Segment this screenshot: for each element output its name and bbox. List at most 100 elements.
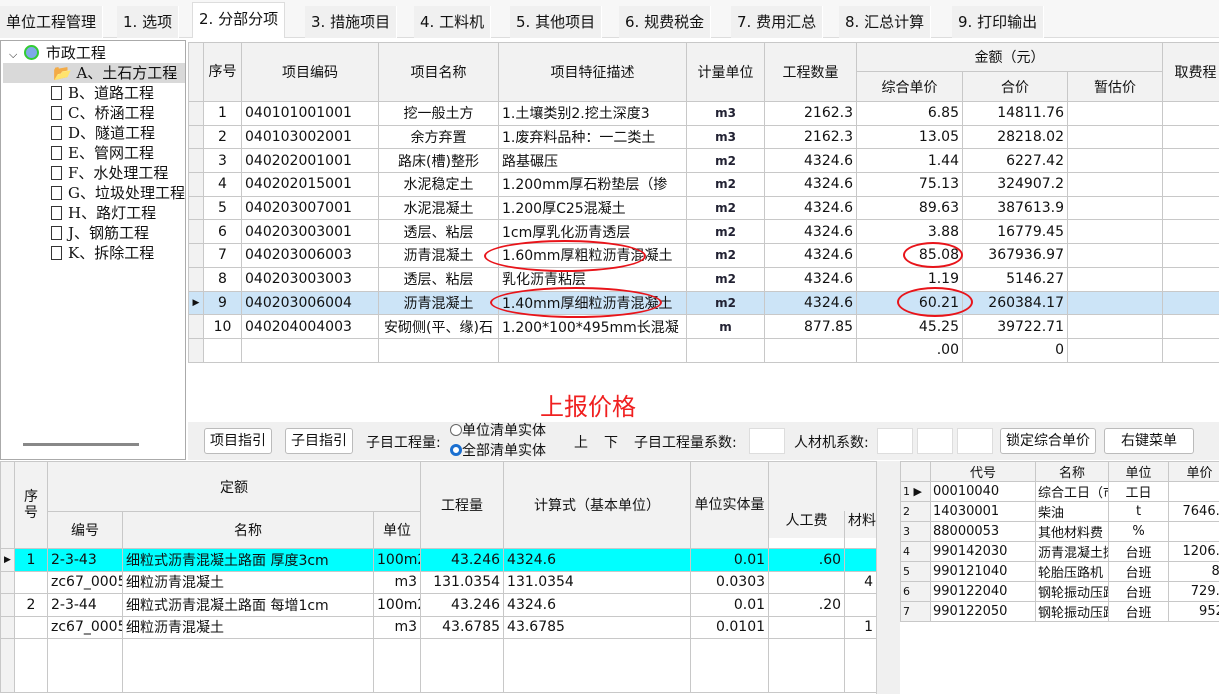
cell-material: 4 bbox=[844, 570, 878, 594]
cell-qty: 4324.6 bbox=[764, 290, 857, 316]
labor-coef-input[interactable] bbox=[877, 428, 913, 454]
row-gutter[interactable] bbox=[0, 593, 15, 617]
tree-item-label: K、拆除工程 bbox=[68, 244, 155, 262]
table-row[interactable]: 214030001柴油t7646.0 bbox=[900, 501, 1219, 522]
row-gutter[interactable] bbox=[188, 195, 204, 221]
table-row[interactable]: 5 040203007001 水泥混凝土 1.200厚C25混凝土 m2 4324.6 89… bbox=[188, 195, 1219, 221]
unit-text: m2 bbox=[715, 295, 736, 310]
lock-price-button[interactable]: 锁定综合单价 bbox=[1000, 428, 1096, 454]
cell-est bbox=[1066, 101, 1164, 126]
radio-unit-entity[interactable]: 单位清单实体 bbox=[450, 420, 546, 440]
tree-root[interactable]: ⌵ 市政工程 bbox=[9, 43, 106, 63]
table-row[interactable]: 10 040204004003 安砌侧(平、缘)石 1.200*100*495mm长混… bbox=[188, 314, 1219, 339]
row-gutter[interactable] bbox=[188, 243, 204, 268]
row-gutter[interactable] bbox=[188, 266, 204, 292]
tab-5[interactable]: 5. 其他项目 bbox=[510, 6, 603, 38]
tree-item[interactable]: F、水处理工程 bbox=[51, 163, 168, 183]
cell-name: 余方弃置 bbox=[378, 124, 499, 150]
table-row[interactable]: 7990122050钢轮振动压路机台班952. bbox=[900, 601, 1219, 622]
tab-9[interactable]: 9. 打印输出 bbox=[952, 6, 1045, 38]
tab-6[interactable]: 6. 规费税金 bbox=[619, 6, 712, 38]
machine-coef-input[interactable] bbox=[957, 428, 993, 454]
tree-item[interactable]: D、隧道工程 bbox=[51, 123, 155, 143]
cell-code: 040103002001 bbox=[241, 124, 379, 150]
table-row[interactable]: 6 040203003001 透层、粘层 1cm厚乳化沥青透层 m2 4324.6 3.88… bbox=[188, 219, 1219, 245]
radio-label: 单位清单实体 bbox=[462, 423, 546, 439]
tree-item-label: H、路灯工程 bbox=[68, 204, 157, 222]
cell-est bbox=[1066, 195, 1164, 221]
table-row[interactable]: 1 040101001001 挖一般土方 1.土壤类别2.挖土深度3 m3 2162.3 6… bbox=[188, 101, 1219, 126]
radio-checked-icon bbox=[450, 444, 462, 456]
cell-seq: 10 bbox=[203, 314, 242, 339]
tab-2[interactable]: 2. 分部分项 bbox=[192, 2, 286, 38]
table-row[interactable]: 5990121040轮胎压路机 26t台班86 bbox=[900, 561, 1219, 582]
tree-item[interactable]: E、管网工程 bbox=[51, 143, 154, 163]
tab-3[interactable]: 3. 措施项目 bbox=[305, 6, 398, 38]
cell-unit: 工日 bbox=[1108, 481, 1169, 502]
tree-item[interactable]: B、道路工程 bbox=[51, 83, 154, 103]
cell-unit-price: 75.13 bbox=[856, 172, 963, 197]
row-number: 6 bbox=[900, 581, 931, 602]
context-menu-button[interactable]: 右键菜单 bbox=[1104, 428, 1194, 454]
row-gutter[interactable] bbox=[188, 172, 204, 197]
row-gutter[interactable] bbox=[188, 101, 204, 126]
row-gutter[interactable] bbox=[188, 314, 204, 339]
tab-7[interactable]: 7. 费用汇总 bbox=[731, 6, 824, 38]
row-gutter[interactable] bbox=[188, 219, 204, 245]
chevron-down-icon[interactable]: ⌵ bbox=[9, 48, 17, 61]
table-row[interactable]: ▶12-3-43细粒式沥青混凝土路面 厚度3cm100m243.2464324.… bbox=[0, 548, 878, 572]
tree-item-label: F、水处理工程 bbox=[68, 164, 169, 182]
table-row[interactable]: 6990122040钢轮振动压路机台班729.8 bbox=[900, 581, 1219, 602]
unit-text: m2 bbox=[715, 272, 736, 287]
table-row[interactable]: 2 040103002001 余方弃置 1.废弃料品种：一二类土 m3 2162.3 13.… bbox=[188, 124, 1219, 150]
row-gutter[interactable] bbox=[188, 337, 204, 363]
row-gutter[interactable] bbox=[0, 615, 15, 639]
cell-fee bbox=[1162, 266, 1219, 292]
row-gutter[interactable] bbox=[0, 570, 15, 594]
material-coef-input[interactable] bbox=[917, 428, 953, 454]
table-row[interactable]: 4 040202015001 水泥稳定土 1.200mm厚石粉垫层（掺 m2 4324.6… bbox=[188, 172, 1219, 197]
horizontal-scrollbar[interactable] bbox=[23, 443, 139, 446]
tree-item[interactable]: C、桥涵工程 bbox=[51, 103, 154, 123]
cell-unit: m2 bbox=[686, 195, 765, 221]
tab-0[interactable]: 单位工程管理 bbox=[0, 6, 104, 38]
cell-price: 729.8 bbox=[1168, 581, 1219, 602]
cell-name: 轮胎压路机 26t bbox=[1035, 561, 1109, 582]
cell-total: 387613.9 bbox=[962, 195, 1068, 221]
unit-text: m2 bbox=[715, 248, 736, 263]
tree-item[interactable]: H、路灯工程 bbox=[51, 203, 156, 223]
table-row[interactable]: .00 0 bbox=[188, 337, 1219, 363]
tree-item[interactable]: G、垃圾处理工程 bbox=[51, 183, 185, 203]
cell-fee bbox=[1162, 172, 1219, 197]
move-down-button[interactable]: 下 bbox=[604, 432, 618, 452]
move-up-button[interactable]: 上 bbox=[574, 432, 588, 452]
row-pointer-icon[interactable]: ▶ bbox=[0, 548, 15, 572]
row-gutter[interactable] bbox=[188, 148, 204, 174]
table-row[interactable]: zc67_0005 细粒沥青混凝土 m3 43.6785 43.6785 0.0101 1 bbox=[0, 615, 878, 639]
item-guide-button[interactable]: 项目指引 bbox=[204, 428, 272, 454]
table-row[interactable]: 4990142030沥青混凝土摊铺机台班1206.6 bbox=[900, 541, 1219, 562]
sub-guide-button[interactable]: 子目指引 bbox=[285, 428, 353, 454]
table-row[interactable]: ▶ 9 040203006004 沥青混凝土 1.40mm厚细粒沥青混凝土 m2 4324.… bbox=[188, 290, 1219, 316]
table-row[interactable]: zc67_0005 细粒沥青混凝土 m3 131.0354 131.0354 0.0303… bbox=[0, 570, 878, 594]
splitter[interactable] bbox=[876, 461, 900, 694]
table-row[interactable]: 1 ▶00010040综合工日（市政）工日7 bbox=[900, 481, 1219, 502]
table-row[interactable]: 3 040202001001 路床(槽)整形 路基碾压 m2 4324.6 1.44 6227… bbox=[188, 148, 1219, 174]
tab-1[interactable]: 1. 选项 bbox=[117, 6, 180, 38]
tree-item[interactable]: J、钢筋工程 bbox=[51, 223, 149, 243]
tree-item[interactable]: 📂 A、土石方工程 bbox=[3, 63, 185, 83]
table-row[interactable]: 8 040203003003 透层、粘层 乳化沥青粘层 m2 4324.6 1.19 5146… bbox=[188, 266, 1219, 292]
cell-formula: 43.6785 bbox=[503, 615, 692, 639]
tree-item[interactable]: K、拆除工程 bbox=[51, 243, 154, 263]
tab-8[interactable]: 8. 汇总计算 bbox=[839, 6, 932, 38]
table-row[interactable]: 7 040203006003 沥青混凝土 1.60mm厚粗粒沥青混凝土 m2 4324.6… bbox=[188, 243, 1219, 268]
table-row[interactable]: 22-3-44细粒式沥青混凝土路面 每增1cm100m243.2464324.6… bbox=[0, 593, 878, 617]
header-code: 项目编码 bbox=[241, 42, 379, 102]
row-gutter[interactable] bbox=[188, 124, 204, 150]
radio-all-entity[interactable]: 全部清单实体 bbox=[450, 440, 546, 460]
tab-4[interactable]: 4. 工料机 bbox=[414, 6, 492, 38]
header-col: 单价 bbox=[1168, 461, 1219, 482]
sub-coef-input[interactable] bbox=[749, 428, 785, 454]
table-row[interactable]: 3 88000053 其他材料费% bbox=[900, 521, 1219, 542]
row-pointer-icon[interactable]: ▶ bbox=[188, 290, 204, 316]
